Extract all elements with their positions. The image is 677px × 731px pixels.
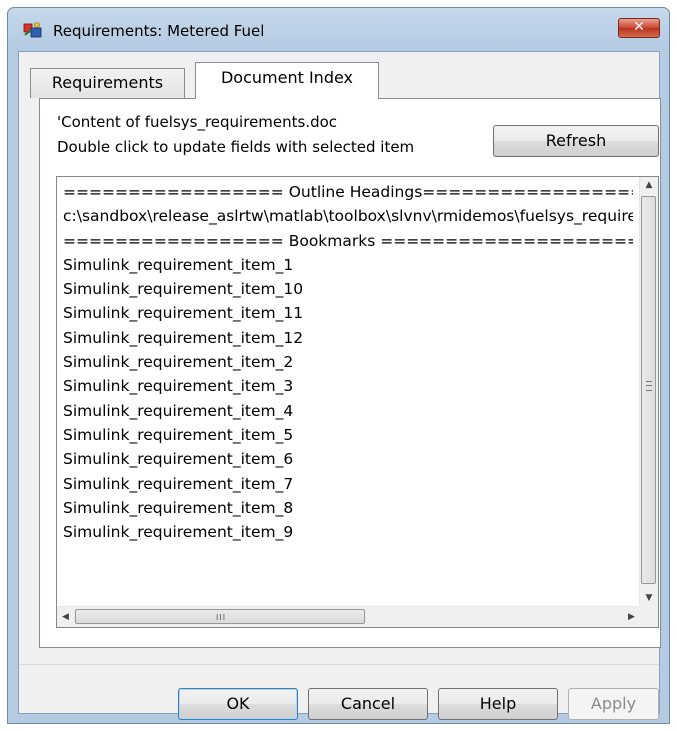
vertical-scroll-thumb[interactable] — [641, 196, 656, 584]
help-button[interactable]: Help — [438, 688, 558, 720]
close-button[interactable]: ✕ — [618, 18, 660, 38]
horizontal-scroll-thumb[interactable]: III — [75, 609, 365, 624]
list-item[interactable]: Simulink_requirement_item_2 — [63, 350, 633, 374]
list-item[interactable]: Simulink_requirement_item_4 — [63, 399, 633, 423]
dialog-client-area: Requirements Document Index 'Content of … — [18, 51, 661, 720]
list-item[interactable]: Simulink_requirement_item_12 — [63, 326, 633, 350]
simulink-app-icon — [23, 22, 42, 38]
document-index-panel: 'Content of fuelsys_requirements.doc Dou… — [39, 98, 661, 648]
document-content-label: 'Content of fuelsys_requirements.doc — [57, 113, 338, 131]
apply-button[interactable]: Apply — [568, 688, 659, 720]
tab-requirements[interactable]: Requirements — [30, 68, 185, 98]
list-item[interactable]: Simulink_requirement_item_10 — [63, 277, 633, 301]
list-item[interactable]: Simulink_requirement_item_5 — [63, 423, 633, 447]
list-item[interactable]: Simulink_requirement_item_3 — [63, 374, 633, 398]
window-title: Requirements: Metered Fuel — [53, 22, 265, 40]
scroll-up-icon[interactable]: ▲ — [640, 177, 658, 194]
list-item[interactable]: Simulink_requirement_item_7 — [63, 472, 633, 496]
double-click-hint: Double click to update fields with selec… — [57, 138, 415, 156]
scrollbar-corner — [639, 606, 658, 627]
list-item[interactable]: Simulink_requirement_item_1 — [63, 253, 633, 277]
grip-icon: III — [216, 613, 227, 622]
vertical-scrollbar[interactable]: ▲ ▼ — [639, 177, 658, 607]
grip-icon — [646, 381, 652, 391]
refresh-button[interactable]: Refresh — [493, 125, 659, 157]
list-item[interactable]: Simulink_requirement_item_8 — [63, 496, 633, 520]
scroll-right-icon[interactable]: ▶ — [623, 607, 640, 627]
cancel-button[interactable]: Cancel — [308, 688, 428, 720]
listbox-items: ================= Outline Headings======… — [63, 180, 633, 602]
requirements-dialog: Requirements: Metered Fuel ✕ Requirement… — [7, 7, 670, 724]
list-item[interactable]: Simulink_requirement_item_6 — [63, 447, 633, 471]
document-index-listbox[interactable]: ================= Outline Headings======… — [56, 176, 659, 628]
title-bar[interactable]: Requirements: Metered Fuel ✕ — [8, 8, 669, 46]
list-item-document-path[interactable]: c:\sandbox\release_aslrtw\matlab\toolbox… — [63, 204, 633, 228]
horizontal-scrollbar[interactable]: ◀ III ▶ — [57, 606, 640, 627]
ok-button[interactable]: OK — [178, 688, 298, 720]
list-item[interactable]: Simulink_requirement_item_11 — [63, 301, 633, 325]
scroll-left-icon[interactable]: ◀ — [57, 607, 74, 627]
close-icon: ✕ — [633, 19, 645, 35]
list-item-bookmarks-header[interactable]: ================= Bookmarks ============… — [63, 229, 633, 253]
tab-document-index[interactable]: Document Index — [195, 62, 379, 99]
list-item[interactable]: Simulink_requirement_item_9 — [63, 520, 633, 544]
list-item-outline-headings[interactable]: ================= Outline Headings======… — [63, 180, 633, 204]
scroll-down-icon[interactable]: ▼ — [640, 590, 658, 607]
footer-divider — [19, 664, 659, 665]
